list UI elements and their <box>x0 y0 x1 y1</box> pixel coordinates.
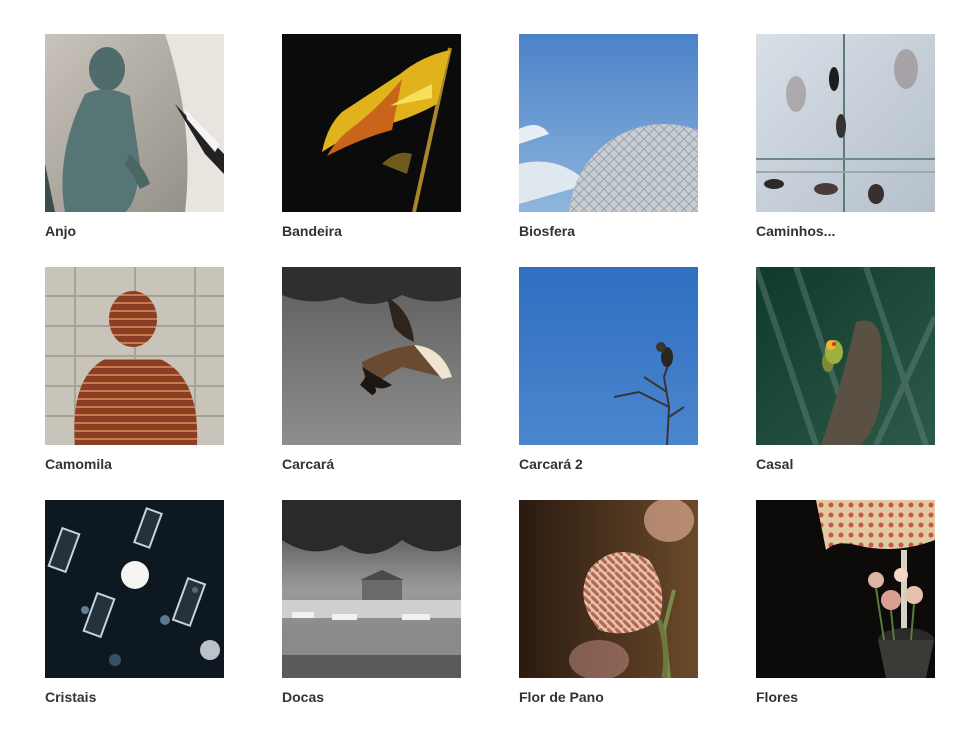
photo-biosphere <box>519 34 698 212</box>
gallery-item-cristais[interactable]: Cristais <box>45 500 224 705</box>
gallery-item-carcara-2[interactable]: Carcará 2 <box>519 267 698 472</box>
photo-bird-branch <box>519 267 698 445</box>
gallery-item-docas[interactable]: Docas <box>282 500 461 705</box>
photo-glass-paths <box>756 34 935 212</box>
gallery-item-bandeira[interactable]: Bandeira <box>282 34 461 239</box>
photo-lovebirds <box>756 267 935 445</box>
photo-title[interactable]: Docas <box>282 689 461 705</box>
photo-title[interactable]: Casal <box>756 456 935 472</box>
photo-flowers-lamp <box>756 500 935 678</box>
photo-thumbnail[interactable] <box>45 267 224 445</box>
photo-thumbnail[interactable] <box>282 500 461 678</box>
photo-thumbnail[interactable] <box>45 34 224 212</box>
photo-title[interactable]: Caminhos... <box>756 223 935 239</box>
photo-fabric-flower <box>519 500 698 678</box>
photo-hawk-flying <box>282 267 461 445</box>
photo-title[interactable]: Biosfera <box>519 223 698 239</box>
photo-title[interactable]: Anjo <box>45 223 224 239</box>
photo-thumbnail[interactable] <box>282 267 461 445</box>
gallery-item-biosfera[interactable]: Biosfera <box>519 34 698 239</box>
gallery-item-caminhos[interactable]: Caminhos... <box>756 34 935 239</box>
gallery-item-flores[interactable]: Flores <box>756 500 935 705</box>
photo-docks <box>282 500 461 678</box>
photo-flag <box>282 34 461 212</box>
photo-thumbnail[interactable] <box>519 500 698 678</box>
photo-crystals <box>45 500 224 678</box>
photo-angel-statue <box>45 34 224 212</box>
gallery-item-carcara[interactable]: Carcará <box>282 267 461 472</box>
photo-thumbnail[interactable] <box>756 500 935 678</box>
photo-title[interactable]: Carcará 2 <box>519 456 698 472</box>
photo-thumbnail[interactable] <box>756 267 935 445</box>
photo-thumbnail[interactable] <box>519 267 698 445</box>
photo-sculpture-wall <box>45 267 224 445</box>
gallery-item-anjo[interactable]: Anjo <box>45 34 224 239</box>
photo-title[interactable]: Cristais <box>45 689 224 705</box>
gallery-item-camomila[interactable]: Camomila <box>45 267 224 472</box>
photo-thumbnail[interactable] <box>282 34 461 212</box>
photo-title[interactable]: Bandeira <box>282 223 461 239</box>
photo-title[interactable]: Carcará <box>282 456 461 472</box>
photo-gallery: Anjo Bandeira Biosfera Caminhos... Camom… <box>45 34 936 705</box>
photo-title[interactable]: Flor de Pano <box>519 689 698 705</box>
gallery-item-flor-de-pano[interactable]: Flor de Pano <box>519 500 698 705</box>
photo-title[interactable]: Flores <box>756 689 935 705</box>
photo-title[interactable]: Camomila <box>45 456 224 472</box>
photo-thumbnail[interactable] <box>519 34 698 212</box>
photo-thumbnail[interactable] <box>756 34 935 212</box>
gallery-item-casal[interactable]: Casal <box>756 267 935 472</box>
photo-thumbnail[interactable] <box>45 500 224 678</box>
